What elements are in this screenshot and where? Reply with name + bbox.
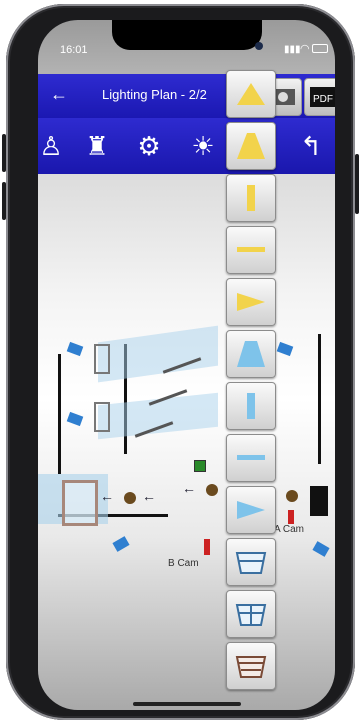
a-cam-label: A Cam: [274, 524, 305, 535]
horizontal-bar-icon: [237, 247, 265, 252]
nav-bar: ← Lighting Plan - 2/2 PDF: [38, 74, 335, 118]
blue-triangle-right-icon: [237, 501, 265, 519]
camera-icon[interactable]: [204, 539, 210, 555]
power-button: [355, 154, 359, 214]
lighting-tool-icon[interactable]: ☀: [180, 126, 226, 166]
shape-blue-horizontal-bar-button[interactable]: [226, 434, 276, 482]
shape-window-blue-button[interactable]: [226, 538, 276, 586]
triangle-up-icon: [237, 83, 265, 105]
camera-dolly-tool-icon[interactable]: ⚙: [126, 126, 172, 166]
window-grid-icon: [235, 604, 267, 626]
window-brown-icon: [235, 656, 267, 678]
triangle-right-icon: [237, 293, 265, 311]
stand-light[interactable]: [124, 492, 136, 504]
arrow-icon: ←: [182, 480, 196, 496]
phone-frame: 16:01 ▮▮▮ ◠ ← Lighting Plan - 2/2 PDF ♙ …: [2, 4, 359, 720]
svg-text:PDF: PDF: [313, 94, 333, 105]
person-tool-icon[interactable]: ♙: [38, 126, 74, 166]
reflector-panel: [94, 402, 110, 432]
blue-lamp-icon[interactable]: [66, 411, 84, 427]
back-arrow-icon[interactable]: ←: [50, 84, 68, 105]
arrow-icon: ←: [142, 488, 156, 504]
page-title: Lighting Plan - 2/2: [102, 87, 207, 102]
shape-horizontal-bar-button[interactable]: [226, 226, 276, 274]
light-beam: [98, 325, 218, 383]
shape-blue-vertical-bar-button[interactable]: [226, 382, 276, 430]
monitor-box: [310, 486, 328, 516]
shape-blue-trapezoid-button[interactable]: [226, 330, 276, 378]
tool-bar: ♙ ♜ ⚙ ☀ ✳ ↰: [38, 118, 335, 174]
status-time: 16:01: [60, 44, 88, 56]
lighting-plan-canvas[interactable]: ← ← ← A Cam B Cam: [38, 174, 335, 710]
screen: 16:01 ▮▮▮ ◠ ← Lighting Plan - 2/2 PDF ♙ …: [38, 20, 335, 710]
stand-light[interactable]: [286, 490, 298, 502]
home-indicator[interactable]: [133, 702, 241, 706]
undo-tool-icon[interactable]: ↰: [288, 126, 334, 166]
reflector-panel: [94, 344, 110, 374]
volume-button: [2, 134, 6, 172]
wall: [58, 354, 61, 474]
wifi-icon: ◠: [300, 43, 310, 55]
volume-button: [2, 182, 6, 220]
blue-trapezoid-icon: [237, 341, 265, 367]
pdf-export-button[interactable]: PDF: [304, 78, 335, 116]
shape-trapezoid-button[interactable]: [226, 122, 276, 170]
blue-vertical-bar-icon: [247, 393, 255, 419]
vertical-bar-icon: [247, 185, 255, 211]
battery-icon: [312, 44, 328, 53]
shape-triangle-up-button[interactable]: [226, 70, 276, 118]
arrow-icon: ←: [100, 488, 114, 504]
stand-light[interactable]: [206, 484, 218, 496]
shape-window-grid-button[interactable]: [226, 590, 276, 638]
green-marker-icon[interactable]: [194, 460, 206, 472]
window-frame: [62, 480, 98, 526]
character-tool-icon[interactable]: ♜: [74, 126, 120, 166]
light-shape-picker: [226, 70, 276, 700]
blue-lamp-icon[interactable]: [276, 341, 294, 357]
trapezoid-icon: [237, 133, 265, 159]
pdf-icon: PDF: [310, 87, 335, 107]
signal-icon: ▮▮▮: [284, 44, 301, 55]
window-blue-icon: [235, 552, 267, 574]
b-cam-label: B Cam: [168, 558, 199, 569]
shape-vertical-bar-button[interactable]: [226, 174, 276, 222]
blue-lamp-icon[interactable]: [312, 541, 330, 557]
shape-window-brown-button[interactable]: [226, 642, 276, 690]
wall: [318, 334, 321, 464]
shape-triangle-right-button[interactable]: [226, 278, 276, 326]
blue-lamp-icon[interactable]: [66, 341, 84, 357]
blue-lamp-icon[interactable]: [112, 536, 130, 552]
front-camera: [255, 42, 263, 50]
notch: [112, 20, 262, 50]
camera-icon[interactable]: [288, 510, 294, 524]
shape-blue-triangle-right-button[interactable]: [226, 486, 276, 534]
blue-horizontal-bar-icon: [237, 455, 265, 460]
